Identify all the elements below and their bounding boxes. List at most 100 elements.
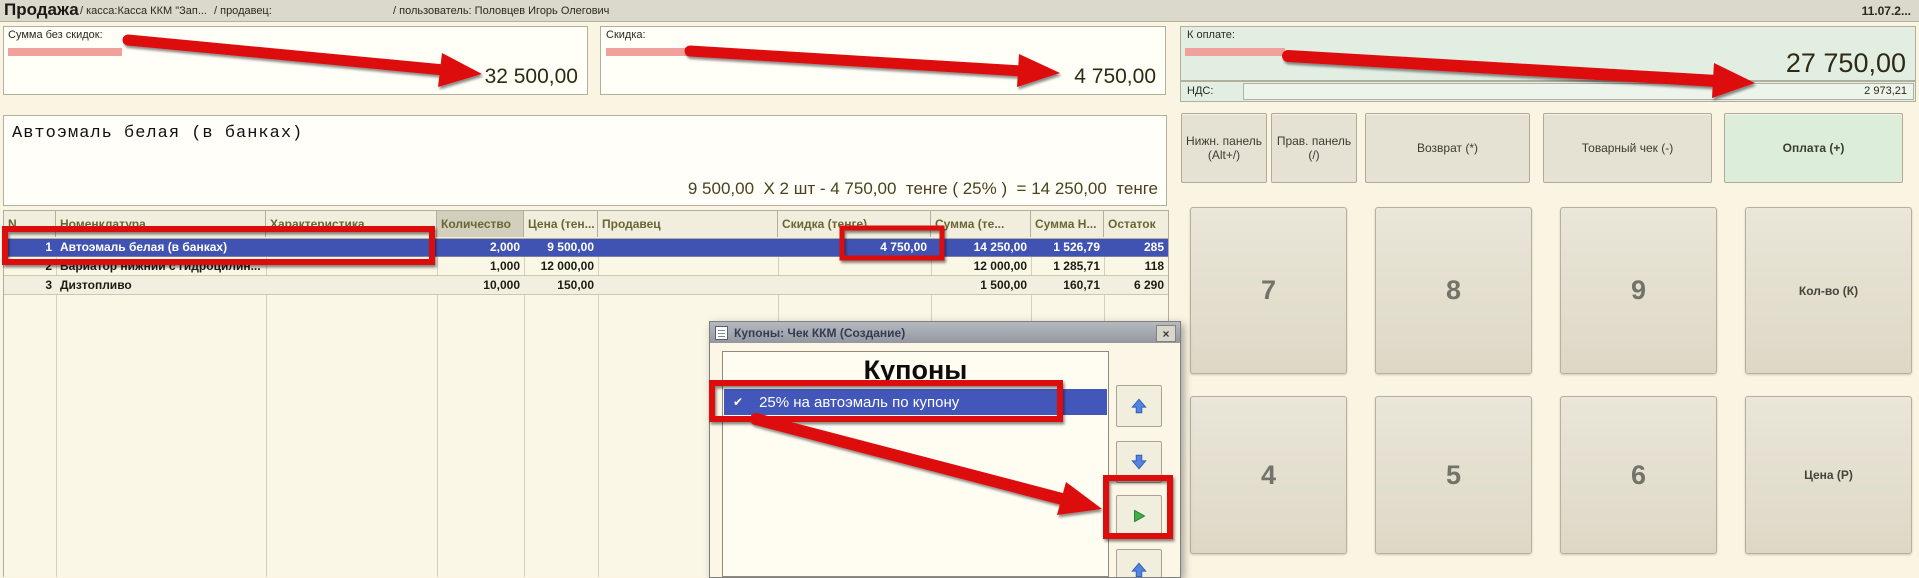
to-pay-highlight-bar xyxy=(1185,48,1285,56)
numpad-key-4[interactable]: 4 xyxy=(1190,396,1347,554)
key-label: 7 xyxy=(1261,275,1276,306)
move-down-button[interactable] xyxy=(1116,441,1162,483)
cell-stock: 285 xyxy=(1104,238,1168,256)
numpad-key-8[interactable]: 8 xyxy=(1375,207,1532,374)
key-label: 8 xyxy=(1446,275,1461,306)
col-header-sum[interactable]: Сумма (те... xyxy=(931,211,1031,237)
cell-n: 1 xyxy=(4,238,56,256)
coupons-heading: Купоны xyxy=(723,355,1108,386)
table-header: N Номенклатура Характеристика Количество… xyxy=(4,211,1168,239)
cell-quantity: 2,000 xyxy=(437,238,524,256)
cell-sum-vat: 160,71 xyxy=(1031,276,1104,294)
key-label: 5 xyxy=(1446,460,1461,491)
cell-seller xyxy=(598,238,778,256)
table-row[interactable]: 3 Дизтопливо 10,000 150,00 1 500,00 160,… xyxy=(4,276,1168,295)
coupons-dialog-title: Купоны: Чек ККМ (Создание) xyxy=(734,326,905,340)
numpad-key-5[interactable]: 5 xyxy=(1375,396,1532,554)
key-label: 9 xyxy=(1631,275,1646,306)
move-up-button[interactable] xyxy=(1116,385,1162,427)
seller-subtitle: / продавец: xyxy=(214,5,272,17)
right-panel-button[interactable]: Прав. панель (/) xyxy=(1271,113,1357,183)
key-label: Цена (Р) xyxy=(1804,468,1853,482)
coupons-list-panel: Купоны ✔ 25% на автоэмаль по купону xyxy=(722,351,1109,577)
cell-characteristic xyxy=(266,276,437,294)
sum-highlight-bar xyxy=(8,48,122,56)
cell-nomenclature: Автоэмаль белая (в банках) xyxy=(56,238,266,256)
col-header-quantity[interactable]: Количество xyxy=(437,211,524,237)
sum-without-discount-box: Сумма без скидок: 32 500,00 xyxy=(3,26,588,95)
cell-stock: 118 xyxy=(1104,257,1168,275)
product-name: Автоэмаль белая (в банках) xyxy=(12,124,303,143)
cell-quantity: 10,000 xyxy=(437,276,524,294)
cell-nomenclature: Вариатор нижний с гидроцилин... xyxy=(56,257,266,275)
cell-sum: 1 500,00 xyxy=(931,276,1031,294)
sum-without-discount-value: 32 500,00 xyxy=(485,65,578,89)
numpad-key-6[interactable]: 6 xyxy=(1560,396,1717,554)
col-header-stock[interactable]: Остаток xyxy=(1104,211,1168,237)
numpad-key-7[interactable]: 7 xyxy=(1190,207,1347,374)
coupons-dialog-titlebar[interactable]: Купоны: Чек ККМ (Создание) × xyxy=(710,322,1180,343)
cell-characteristic xyxy=(266,238,437,256)
table-row-selected[interactable]: 1 Автоэмаль белая (в банках) 2,000 9 500… xyxy=(4,238,1168,257)
to-pay-value: 27 750,00 xyxy=(1786,48,1906,79)
sum-without-discount-label: Сумма без скидок: xyxy=(8,29,103,41)
col-header-nomenclature[interactable]: Номенклатура xyxy=(56,211,266,237)
close-icon[interactable]: × xyxy=(1156,325,1176,342)
numpad-key-quantity[interactable]: Кол-во (К) xyxy=(1745,207,1912,374)
apply-coupon-button[interactable] xyxy=(1116,495,1162,537)
cell-seller xyxy=(598,257,778,275)
user-subtitle: / пользователь: Половцев Игорь Олегович xyxy=(393,5,609,17)
arrow-down-icon xyxy=(1130,453,1148,471)
cell-discount: 4 750,00 xyxy=(778,238,931,256)
numpad-key-price[interactable]: Цена (Р) xyxy=(1745,396,1912,554)
discount-highlight-bar xyxy=(606,48,690,56)
numpad-key-9[interactable]: 9 xyxy=(1560,207,1717,374)
cell-n: 2 xyxy=(4,257,56,275)
col-header-price[interactable]: Цена (тен... xyxy=(524,211,598,237)
cell-sum: 12 000,00 xyxy=(931,257,1031,275)
key-label: 6 xyxy=(1631,460,1646,491)
extra-dialog-button[interactable] xyxy=(1116,549,1162,578)
coupons-dialog: Купоны: Чек ККМ (Создание) × Купоны ✔ 25… xyxy=(709,321,1181,578)
cell-price: 12 000,00 xyxy=(524,257,598,275)
bottom-panel-button[interactable]: Нижн. панель (Alt+/) xyxy=(1181,113,1267,183)
col-header-characteristic[interactable]: Характеристика xyxy=(266,211,437,237)
col-header-sum-vat[interactable]: Сумма Н... xyxy=(1031,211,1104,237)
coupon-list-item-selected[interactable]: ✔ 25% на автоэмаль по купону xyxy=(724,389,1107,415)
document-icon xyxy=(715,326,728,340)
payment-button[interactable]: Оплата (+) xyxy=(1724,113,1903,183)
discount-label: Скидка: xyxy=(606,29,646,41)
discount-box: Скидка: 4 750,00 xyxy=(600,26,1166,95)
cell-characteristic xyxy=(266,257,437,275)
cell-stock: 6 290 xyxy=(1104,276,1168,294)
price-calculation-line: 9 500,00 X 2 шт - 4 750,00 тенге ( 25% )… xyxy=(688,179,1158,199)
product-display-panel: Автоэмаль белая (в банках) 9 500,00 X 2 … xyxy=(3,115,1167,206)
cell-n: 3 xyxy=(4,276,56,294)
col-header-seller[interactable]: Продавец xyxy=(598,211,778,237)
receipt-button[interactable]: Товарный чек (-) xyxy=(1543,113,1712,183)
cell-sum-vat: 1 526,79 xyxy=(1031,238,1104,256)
vat-field: 2 973,21 xyxy=(1243,83,1914,100)
kassa-subtitle: / касса:Касса ККМ "Зап... xyxy=(80,5,207,17)
play-icon xyxy=(1130,507,1148,525)
vat-row: НДС: 2 973,21 xyxy=(1180,81,1916,102)
cell-seller xyxy=(598,276,778,294)
to-pay-box: К оплате: 27 750,00 xyxy=(1180,26,1916,81)
cell-sum: 14 250,00 xyxy=(931,238,1031,256)
coupon-item-label: 25% на автоэмаль по купону xyxy=(759,394,959,411)
page-title: Продажа xyxy=(4,0,79,20)
col-header-discount[interactable]: Скидка (тенге) xyxy=(778,211,931,237)
window-titlebar: Продажа / касса:Касса ККМ "Зап... / прод… xyxy=(0,0,1919,22)
table-row[interactable]: 2 Вариатор нижний с гидроцилин... 1,000 … xyxy=(4,257,1168,276)
col-header-n[interactable]: N xyxy=(4,211,56,237)
vat-label: НДС: xyxy=(1187,85,1213,97)
pos-sale-window: { "window": { "title": "Продажа", "subti… xyxy=(0,0,1919,576)
arrow-up-icon xyxy=(1130,397,1148,415)
cell-quantity: 1,000 xyxy=(437,257,524,275)
key-label: Кол-во (К) xyxy=(1799,284,1858,298)
return-button[interactable]: Возврат (*) xyxy=(1365,113,1530,183)
discount-value: 4 750,00 xyxy=(1074,65,1156,89)
current-date: 11.07.2... xyxy=(1862,4,1911,18)
cell-nomenclature: Дизтопливо xyxy=(56,276,266,294)
vat-value: 2 973,21 xyxy=(1864,85,1907,97)
